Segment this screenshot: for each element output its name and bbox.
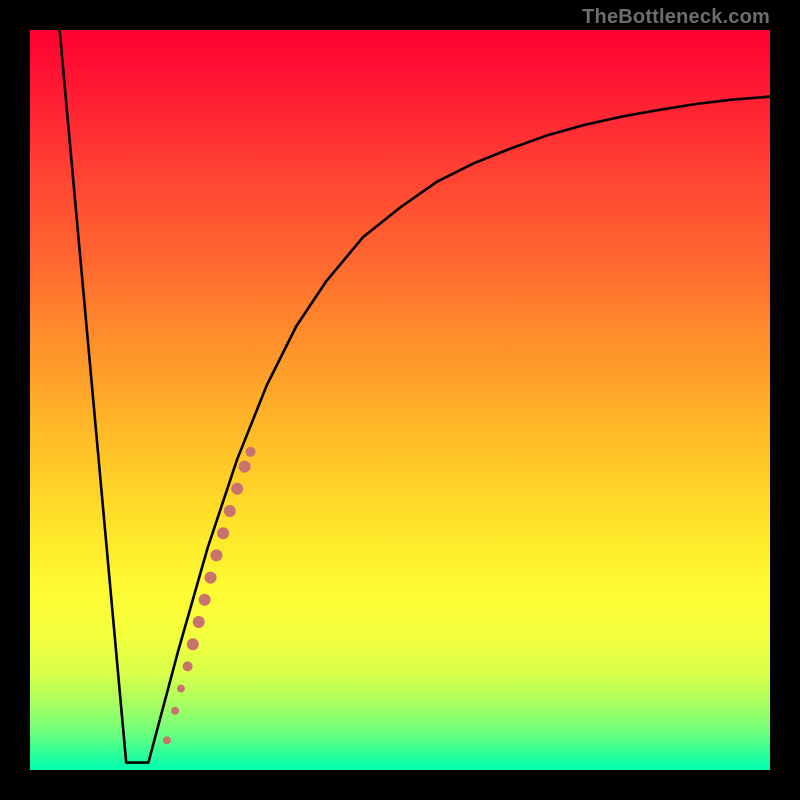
highlight-dot — [187, 638, 199, 650]
highlight-dot — [205, 572, 217, 584]
highlight-dot — [199, 594, 211, 606]
highlight-dot — [177, 685, 185, 693]
highlight-dot — [171, 707, 179, 715]
highlight-dot — [210, 549, 222, 561]
plot-area — [30, 30, 770, 770]
highlight-dot — [183, 661, 193, 671]
chart-svg — [30, 30, 770, 770]
highlight-dot — [239, 461, 251, 473]
highlight-dot — [231, 483, 243, 495]
chart-frame: TheBottleneck.com — [0, 0, 800, 800]
highlight-dot — [163, 736, 171, 744]
highlight-dot — [193, 616, 205, 628]
highlight-band — [163, 447, 256, 745]
highlight-dot — [246, 447, 256, 457]
main-curve — [60, 30, 770, 763]
highlight-dot — [224, 505, 236, 517]
watermark-text: TheBottleneck.com — [582, 6, 770, 29]
highlight-dot — [217, 527, 229, 539]
